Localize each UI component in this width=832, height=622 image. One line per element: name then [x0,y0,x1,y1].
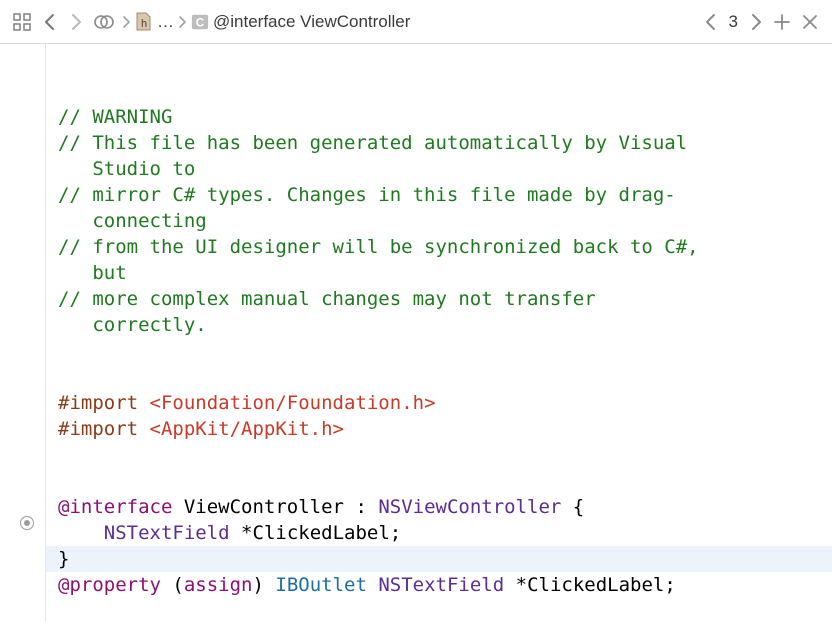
gutter[interactable] [0,44,46,622]
svg-text:h: h [141,17,148,30]
chevron-right-icon [178,15,187,29]
breadcrumb-symbol[interactable]: @interface ViewController [213,12,410,32]
issue-count: 3 [725,12,742,32]
class-symbol-icon: C [191,13,209,31]
source-code[interactable]: // WARNING // This file has been generat… [58,104,820,622]
related-items-button[interactable] [10,10,34,34]
issue-stepper: 3 [701,10,822,34]
code-area[interactable]: // WARNING // This file has been generat… [46,44,832,622]
svg-text:C: C [196,16,205,29]
nav-back-button[interactable] [40,10,60,34]
header-file-icon: h [135,13,153,31]
breadcrumb-ellipsis[interactable]: … [157,12,174,32]
editor-toolbar: h … C @interface ViewController 3 [0,0,832,44]
chevron-right-icon [122,15,131,29]
breadcrumb[interactable]: h … C @interface ViewController [122,12,695,32]
close-button[interactable] [798,10,822,34]
issue-next-button[interactable] [746,10,766,34]
counterparts-button[interactable] [92,10,116,34]
outlet-connection-icon[interactable] [20,516,34,530]
nav-forward-button[interactable] [66,10,86,34]
editor: // WARNING // This file has been generat… [0,44,832,622]
issue-prev-button[interactable] [701,10,721,34]
add-button[interactable] [770,10,794,34]
